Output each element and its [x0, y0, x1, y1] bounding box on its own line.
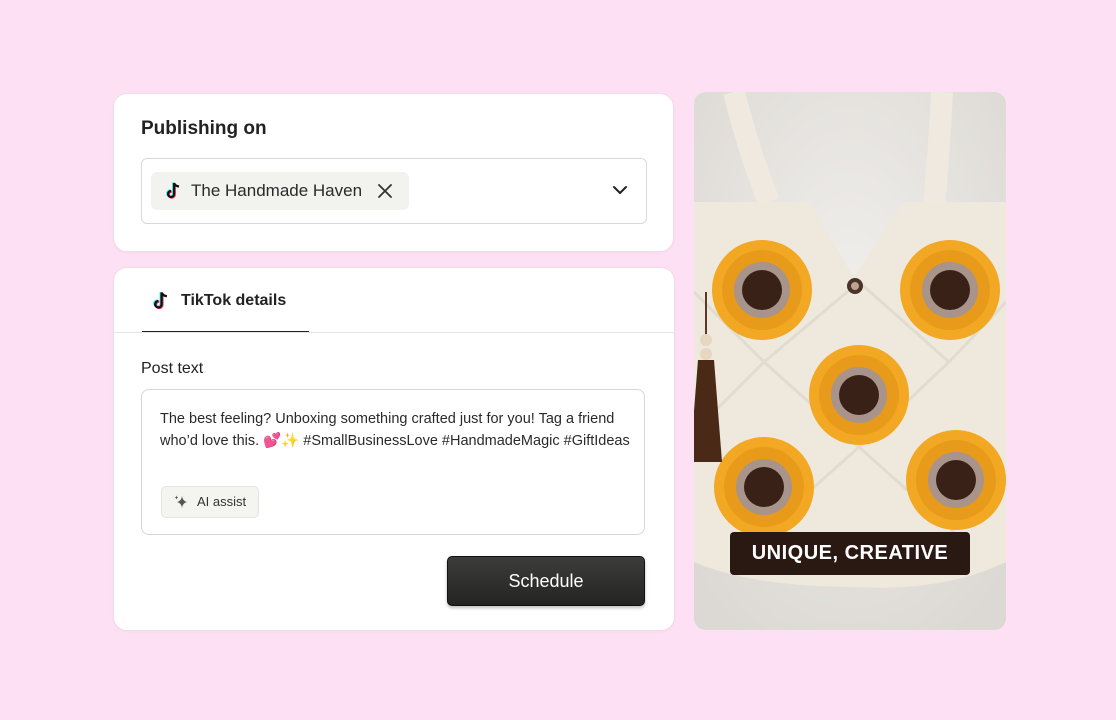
tab-label: TikTok details — [181, 292, 287, 309]
overlay-caption: UNIQUE, CREATIVE — [730, 532, 970, 575]
publishing-title: Publishing on — [141, 118, 267, 139]
chevron-down-icon[interactable] — [612, 184, 628, 196]
remove-account-icon[interactable] — [377, 183, 393, 199]
post-text-label: Post text — [141, 360, 204, 377]
ai-assist-label: AI assist — [197, 494, 247, 509]
account-chip-label: The Handmade Haven — [191, 181, 363, 200]
post-image-preview: UNIQUE, CREATIVE — [694, 92, 1006, 630]
account-select[interactable]: The Handmade Haven — [141, 158, 647, 224]
tiktok-icon — [166, 182, 180, 199]
ai-assist-button[interactable]: AI assist — [161, 486, 259, 518]
account-chip: The Handmade Haven — [151, 172, 409, 210]
tiktok-details-card: TikTok details Post text The best feelin… — [113, 267, 675, 631]
tab-tiktok-details[interactable]: TikTok details — [142, 268, 309, 333]
publishing-card: Publishing on The Handmade Haven — [113, 93, 674, 252]
post-text-field[interactable]: The best feeling? Unboxing something cra… — [141, 389, 645, 535]
schedule-button[interactable]: Schedule — [447, 556, 645, 606]
tiktok-icon — [153, 291, 168, 310]
sparkle-icon — [174, 495, 187, 508]
post-text-value[interactable]: The best feeling? Unboxing something cra… — [160, 408, 630, 452]
tab-divider — [114, 332, 674, 333]
